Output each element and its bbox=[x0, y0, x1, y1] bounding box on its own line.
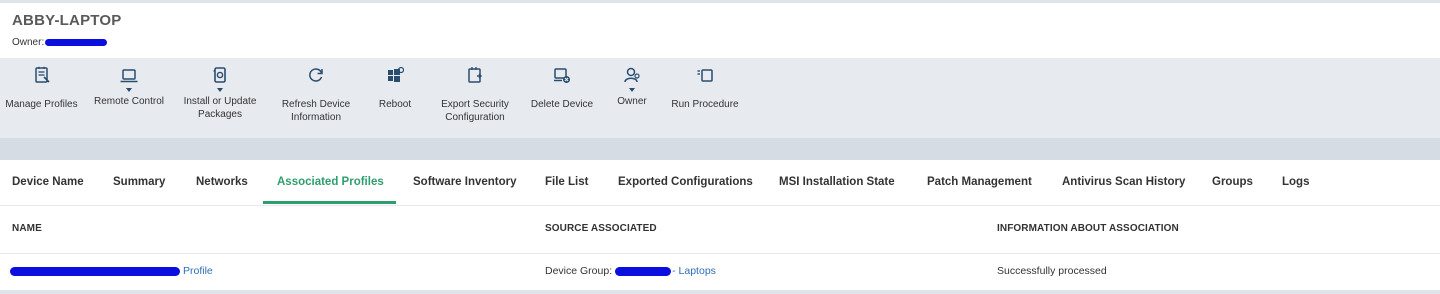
device-header: ABBY-LAPTOP Owner: bbox=[0, 3, 1440, 58]
tab-networks[interactable]: Networks bbox=[196, 176, 248, 188]
tab-software-inventory[interactable]: Software Inventory bbox=[413, 176, 517, 188]
table-row: Profile Device Group: - Laptops Successf… bbox=[0, 254, 1440, 290]
export-icon bbox=[436, 66, 514, 86]
refresh-icon bbox=[276, 66, 356, 86]
delete-device-button[interactable]: Delete Device bbox=[528, 66, 596, 111]
run-procedure-label: Run Procedure bbox=[671, 99, 739, 110]
tab-groups[interactable]: Groups bbox=[1212, 176, 1253, 188]
tab-exported-configurations[interactable]: Exported Configurations bbox=[618, 176, 753, 188]
column-header-source-associated[interactable]: SOURCE ASSOCIATED bbox=[545, 223, 657, 234]
owner-label: Owner: bbox=[12, 37, 45, 48]
chevron-down-icon bbox=[126, 88, 132, 92]
tab-antivirus-scan-history[interactable]: Antivirus Scan History bbox=[1062, 176, 1185, 188]
windows-reboot-icon bbox=[372, 66, 418, 86]
refresh-device-information-label: Refresh Device Information bbox=[281, 99, 351, 123]
delete-device-label: Delete Device bbox=[530, 99, 594, 110]
device-group-link[interactable]: - Laptops bbox=[672, 265, 716, 277]
refresh-device-information-button[interactable]: Refresh Device Information bbox=[276, 66, 356, 124]
install-update-packages-label: Install or Update Packages bbox=[183, 96, 257, 120]
remote-control-label: Remote Control bbox=[93, 96, 165, 107]
bottom-border bbox=[0, 290, 1440, 294]
toolbar-divider-band bbox=[0, 138, 1440, 160]
manage-profiles-label: Manage Profiles bbox=[5, 99, 78, 110]
source-prefix: Device Group: bbox=[545, 265, 613, 277]
reboot-button[interactable]: Reboot bbox=[372, 66, 418, 111]
owner-icon bbox=[610, 66, 654, 86]
tab-summary[interactable]: Summary bbox=[113, 176, 165, 188]
tab-file-list[interactable]: File List bbox=[545, 176, 588, 188]
column-header-name[interactable]: NAME bbox=[12, 223, 42, 234]
owner-label: Owner bbox=[617, 96, 647, 107]
device-toolbar: Manage Profiles Remote Control Install o… bbox=[0, 58, 1440, 138]
owner-line: Owner: bbox=[12, 37, 108, 48]
redacted-owner-name bbox=[45, 39, 108, 46]
redacted-group-name bbox=[615, 266, 672, 276]
remote-control-button[interactable]: Remote Control bbox=[92, 66, 166, 108]
tab-patch-management[interactable]: Patch Management bbox=[927, 176, 1032, 188]
tab-device-name[interactable]: Device Name bbox=[12, 176, 84, 188]
manage-profiles-icon bbox=[4, 66, 79, 86]
delete-device-icon bbox=[528, 66, 596, 86]
profile-link[interactable]: Profile bbox=[183, 265, 213, 277]
reboot-label: Reboot bbox=[378, 99, 412, 110]
install-update-packages-button[interactable]: Install or Update Packages bbox=[180, 66, 260, 121]
chevron-down-icon bbox=[217, 88, 223, 92]
tab-msi-installation-state[interactable]: MSI Installation State bbox=[779, 176, 895, 188]
profiles-table-header: NAME SOURCE ASSOCIATED INFORMATION ABOUT… bbox=[0, 206, 1440, 254]
tab-logs[interactable]: Logs bbox=[1282, 176, 1309, 188]
owner-button[interactable]: Owner bbox=[610, 66, 654, 108]
profile-name-cell: Profile bbox=[10, 265, 213, 277]
run-procedure-button[interactable]: Run Procedure bbox=[668, 66, 742, 111]
install-package-icon bbox=[180, 66, 260, 86]
device-tabs: Device Name Summary Networks Associated … bbox=[0, 160, 1440, 206]
export-security-configuration-label: Export Security Configuration bbox=[441, 99, 509, 123]
active-tab-indicator bbox=[263, 201, 396, 204]
run-procedure-icon bbox=[668, 66, 742, 86]
tab-associated-profiles[interactable]: Associated Profiles bbox=[277, 176, 384, 188]
laptop-icon bbox=[92, 66, 166, 86]
source-associated-cell: Device Group: - Laptops bbox=[545, 265, 716, 277]
export-security-configuration-button[interactable]: Export Security Configuration bbox=[436, 66, 514, 124]
column-header-information[interactable]: INFORMATION ABOUT ASSOCIATION bbox=[997, 223, 1179, 234]
device-title: ABBY-LAPTOP bbox=[12, 12, 122, 29]
chevron-down-icon bbox=[629, 88, 635, 92]
manage-profiles-button[interactable]: Manage Profiles bbox=[4, 66, 79, 111]
redacted-profile-name bbox=[10, 266, 180, 276]
association-info-cell: Successfully processed bbox=[997, 265, 1107, 277]
